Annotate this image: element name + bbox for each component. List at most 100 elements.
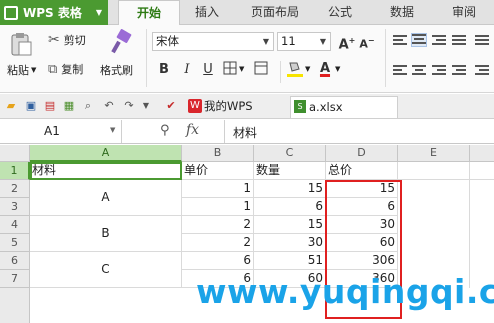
ribbon-divider <box>385 29 386 87</box>
format-painter-label: 格式刷 <box>100 64 133 77</box>
borders-icon[interactable] <box>221 61 239 79</box>
copy-button[interactable]: ⧉ 复制 <box>48 61 83 77</box>
cell-b5[interactable]: 2 <box>182 234 254 252</box>
print-preview-icon[interactable]: ⌕ <box>81 99 95 113</box>
row-header[interactable]: 4 <box>0 216 30 234</box>
name-box[interactable]: A1 ▼ <box>0 120 122 143</box>
column-header-f[interactable] <box>470 145 494 162</box>
cell-c4[interactable]: 15 <box>254 216 326 234</box>
column-header-a[interactable]: A <box>30 145 182 162</box>
row-header[interactable]: 5 <box>0 234 30 252</box>
redo-icon[interactable]: ↷ <box>122 99 136 113</box>
font-name-select[interactable]: 宋体 ▼ <box>152 32 274 51</box>
formula-input[interactable]: 材料 <box>224 120 494 143</box>
chevron-down-icon[interactable]: ▼ <box>139 99 153 113</box>
cell-c2[interactable]: 15 <box>254 180 326 198</box>
cell-a6-merged[interactable]: C <box>30 252 182 288</box>
tab-my-wps[interactable]: W 我的WPS <box>186 96 282 118</box>
chevron-down-icon: ▼ <box>262 37 270 46</box>
cell-c5[interactable]: 30 <box>254 234 326 252</box>
tab-formulas[interactable]: 公式 <box>322 0 358 25</box>
cell-c1[interactable]: 数量 <box>254 162 326 180</box>
tab-home[interactable]: 开始 <box>118 0 180 26</box>
zoom-search-icon[interactable]: ⚲ <box>160 123 170 138</box>
paste-icon[interactable] <box>8 31 34 57</box>
cell-b4[interactable]: 2 <box>182 216 254 234</box>
wps-spreadsheet-window: WPS 表格 ▼ 开始 插入 页面布局 公式 数据 审阅 粘贴 ▼ ✂ 剪切 ⧉… <box>0 0 494 323</box>
tab-review[interactable]: 审阅 <box>446 0 482 25</box>
column-header-c[interactable]: C <box>254 145 326 162</box>
paste-button[interactable]: 粘贴 ▼ <box>7 62 36 78</box>
doc-tab-label: a.xlsx <box>309 100 343 114</box>
cell-f1[interactable] <box>470 162 494 180</box>
row-header[interactable]: 2 <box>0 180 30 198</box>
cell-reference: A1 <box>44 124 60 138</box>
font-size-select[interactable]: 11 ▼ <box>277 32 331 51</box>
increase-indent-icon[interactable] <box>475 65 489 77</box>
font-color-icon[interactable]: A <box>316 60 334 78</box>
cell-c3[interactable]: 6 <box>254 198 326 216</box>
chevron-down-icon[interactable]: ▼ <box>305 65 310 73</box>
cell-e1[interactable] <box>398 162 470 180</box>
cell-b2[interactable]: 1 <box>182 180 254 198</box>
tab-a-xlsx[interactable]: S a.xlsx <box>290 96 398 118</box>
bold-button[interactable]: B <box>155 61 173 79</box>
tab-data[interactable]: 数据 <box>384 0 420 25</box>
select-all-corner[interactable] <box>0 145 30 162</box>
copy-icon: ⧉ <box>48 61 58 77</box>
row-header[interactable]: 3 <box>0 198 30 216</box>
cell-a2-merged[interactable]: A <box>30 180 182 216</box>
tab-page-layout[interactable]: 页面布局 <box>246 0 304 25</box>
column-header-b[interactable]: B <box>182 145 254 162</box>
save-icon[interactable]: ▣ <box>24 99 38 113</box>
ribbon-divider <box>280 61 281 83</box>
font-name-value: 宋体 <box>156 34 179 48</box>
decrease-font-size-icon[interactable]: A− <box>358 32 376 51</box>
align-top-right-icon[interactable] <box>432 35 446 47</box>
chevron-down-icon[interactable]: ▼ <box>335 65 340 73</box>
align-justify-icon[interactable] <box>452 35 466 47</box>
app-menu-button[interactable]: WPS 表格 ▼ <box>0 0 108 25</box>
formula-content: 材料 <box>233 126 258 140</box>
chevron-down-icon[interactable]: ▼ <box>239 65 244 73</box>
cell-a1[interactable]: 材料 <box>30 162 182 180</box>
row-header[interactable]: 1 <box>0 162 30 180</box>
cell-b6[interactable]: 6 <box>182 252 254 270</box>
align-top-left-icon[interactable] <box>393 35 407 47</box>
cut-button[interactable]: ✂ 剪切 <box>48 32 86 48</box>
tab-insert[interactable]: 插入 <box>186 0 228 25</box>
fill-color-icon[interactable] <box>286 60 304 78</box>
increase-font-size-icon[interactable]: A+ <box>338 32 356 52</box>
row-header[interactable]: 7 <box>0 270 30 288</box>
cell-d1[interactable]: 总价 <box>326 162 398 180</box>
row-header[interactable]: 6 <box>0 252 30 270</box>
cell-b3[interactable]: 1 <box>182 198 254 216</box>
insert-function-button[interactable]: fx <box>186 122 199 138</box>
align-center-icon[interactable] <box>412 65 426 77</box>
open-folder-icon[interactable]: ▰ <box>4 99 18 113</box>
decrease-indent-icon[interactable] <box>452 65 466 77</box>
scissors-icon: ✂ <box>48 32 60 48</box>
pin-icon[interactable]: ✔ <box>164 99 178 113</box>
ribbon-toolbar: 粘贴 ▼ ✂ 剪切 ⧉ 复制 格式刷 宋体 ▼ 11 ▼ A+ A− B I U… <box>0 25 494 93</box>
print-icon[interactable]: ▦ <box>62 99 76 113</box>
align-top-center-icon[interactable] <box>411 33 427 47</box>
align-right-icon[interactable] <box>432 65 446 77</box>
format-painter-button[interactable]: 格式刷 <box>100 62 133 78</box>
font-size-value: 11 <box>281 34 296 48</box>
app-title: WPS 表格 <box>23 6 82 20</box>
column-header-e[interactable]: E <box>398 145 470 162</box>
align-distributed-icon[interactable] <box>475 35 489 47</box>
format-painter-icon[interactable] <box>108 29 134 55</box>
align-left-icon[interactable] <box>393 65 407 77</box>
cell-a4-merged[interactable]: B <box>30 216 182 252</box>
cell-b1[interactable]: 单价 <box>182 162 254 180</box>
cell-c6[interactable]: 51 <box>254 252 326 270</box>
undo-icon[interactable]: ↶ <box>102 99 116 113</box>
wps-logo-icon <box>4 5 18 20</box>
merge-cells-icon[interactable] <box>252 61 270 79</box>
column-header-d[interactable]: D <box>326 145 398 162</box>
export-pdf-icon[interactable]: ▤ <box>43 99 57 113</box>
italic-button[interactable]: I <box>178 61 196 79</box>
underline-button[interactable]: U <box>199 61 217 79</box>
